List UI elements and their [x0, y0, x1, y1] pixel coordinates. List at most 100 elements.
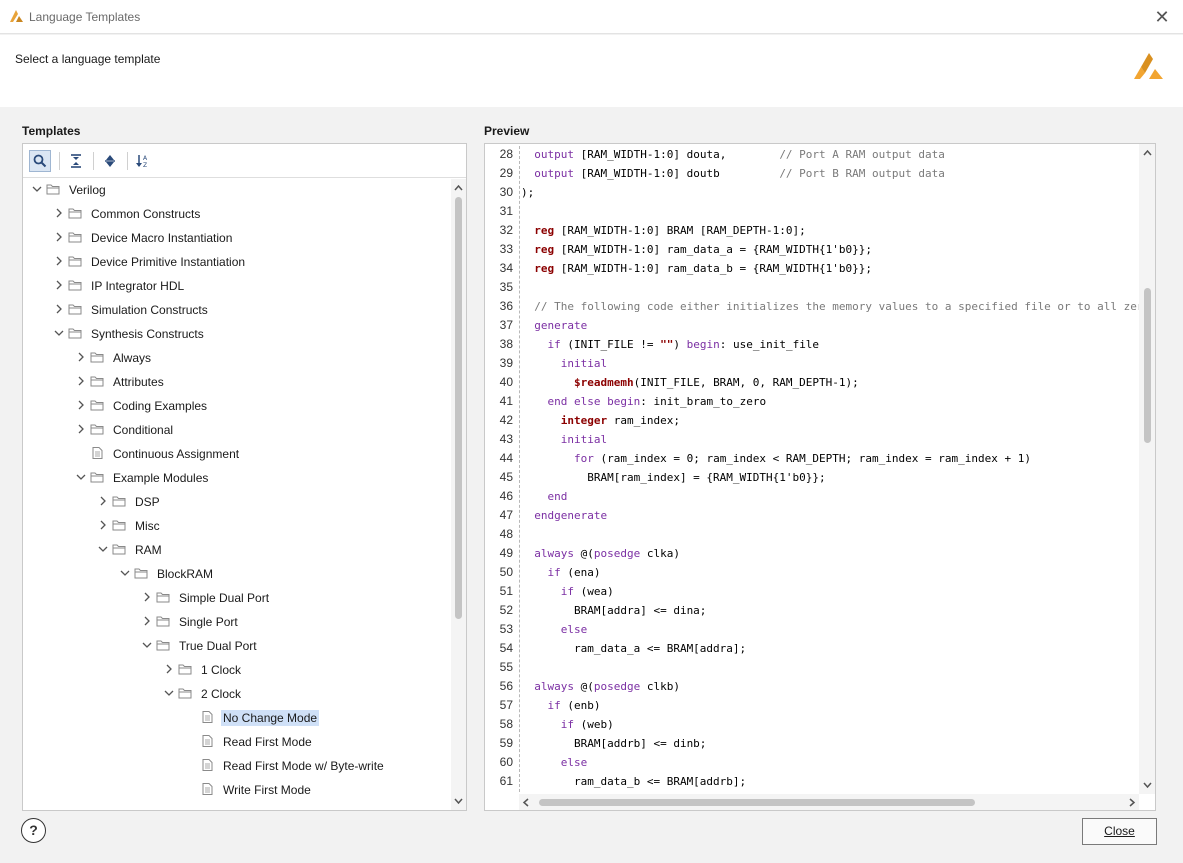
scroll-thumb[interactable]	[1144, 288, 1151, 443]
chevron-down-icon[interactable]	[75, 471, 87, 483]
scroll-up-icon[interactable]	[1142, 148, 1153, 158]
folder-icon	[90, 351, 104, 363]
chevron-down-icon[interactable]	[119, 567, 131, 579]
line-number: 43	[499, 432, 513, 446]
line-number: 44	[499, 451, 513, 465]
chevron-right-icon[interactable]	[75, 423, 87, 435]
chevron-down-icon[interactable]	[97, 543, 109, 555]
scroll-thumb[interactable]	[455, 197, 462, 619]
chevron-right-icon[interactable]	[163, 663, 175, 675]
app-logo-icon	[10, 10, 23, 22]
tree-item[interactable]: True Dual Port	[23, 635, 451, 657]
code-line: 34 reg [RAM_WIDTH-1:0] ram_data_b = {RAM…	[485, 260, 1140, 279]
tree-item[interactable]: Conditional	[23, 419, 451, 441]
tree-item[interactable]: Example Modules	[23, 467, 451, 489]
chevron-right-icon[interactable]	[75, 399, 87, 411]
chevron-right-icon[interactable]	[97, 519, 109, 531]
chevron-right-icon[interactable]	[75, 351, 87, 363]
chevron-down-icon[interactable]	[53, 327, 65, 339]
tree-item[interactable]: No Change Mode	[23, 707, 451, 729]
line-number: 40	[499, 375, 513, 389]
tree-item-label: Attributes	[113, 375, 164, 389]
code-line: 54 ram_data_a <= BRAM[addra];	[485, 640, 1140, 659]
code-preview: 28 output [RAM_WIDTH-1:0] douta, // Port…	[485, 146, 1140, 792]
tree-item[interactable]: 2 Clock	[23, 683, 451, 705]
tree-item[interactable]: Verilog	[23, 179, 451, 201]
code-text: if (ena)	[547, 566, 601, 579]
scroll-up-icon[interactable]	[453, 183, 464, 193]
folder-icon	[68, 207, 82, 219]
code-text: for (ram_index = 0; ram_index < RAM_DEPT…	[573, 452, 1031, 465]
tree-item[interactable]: RAM	[23, 539, 451, 561]
close-button[interactable]: Close	[1082, 818, 1157, 845]
code-text: ram_data_b <= BRAM[addrb];	[521, 775, 747, 788]
folder-icon	[178, 663, 192, 675]
code-text: $readmemh(INIT_FILE, BRAM, 0, RAM_DEPTH-…	[573, 376, 859, 389]
chevron-right-icon[interactable]	[53, 303, 65, 315]
chevron-down-icon[interactable]	[163, 687, 175, 699]
scroll-thumb[interactable]	[539, 799, 975, 806]
tree-item[interactable]: Device Primitive Instantiation	[23, 251, 451, 273]
tree-item[interactable]: Coding Examples	[23, 395, 451, 417]
line-number: 46	[499, 489, 513, 503]
chevron-down-icon[interactable]	[31, 183, 43, 195]
tree-item[interactable]: Device Macro Instantiation	[23, 227, 451, 249]
scroll-right-icon[interactable]	[1127, 797, 1137, 808]
help-button[interactable]: ?	[21, 818, 46, 843]
chevron-right-icon[interactable]	[53, 279, 65, 291]
search-icon[interactable]	[29, 150, 51, 172]
line-number: 52	[499, 603, 513, 617]
code-text: BRAM[ram_index] = {RAM_WIDTH{1'b0}};	[521, 471, 826, 484]
chevron-right-icon[interactable]	[141, 615, 153, 627]
preview-horizontal-scrollbar[interactable]	[519, 794, 1139, 810]
brand-logo-icon	[1134, 53, 1163, 79]
chevron-right-icon[interactable]	[141, 591, 153, 603]
expand-all-icon[interactable]	[99, 150, 121, 172]
chevron-right-icon[interactable]	[97, 495, 109, 507]
line-number: 29	[499, 166, 513, 180]
scroll-down-icon[interactable]	[453, 796, 464, 806]
templates-scrollbar[interactable]	[451, 179, 466, 810]
tree-item-label: Conditional	[113, 423, 174, 437]
preview-vertical-scrollbar[interactable]	[1139, 144, 1155, 794]
tree-item[interactable]: Common Constructs	[23, 203, 451, 225]
tree-item[interactable]: BlockRAM	[23, 563, 451, 585]
line-number: 45	[499, 470, 513, 484]
tree-item[interactable]: Always	[23, 347, 451, 369]
file-icon	[200, 759, 214, 771]
chevron-right-icon[interactable]	[53, 231, 65, 243]
code-line: 32 reg [RAM_WIDTH-1:0] BRAM [RAM_DEPTH-1…	[485, 222, 1140, 241]
sort-az-icon[interactable]: AZ	[133, 150, 155, 172]
code-line: 29 output [RAM_WIDTH-1:0] doutb // Port …	[485, 165, 1140, 184]
tree-item[interactable]: Write First Mode	[23, 779, 451, 801]
tree-item[interactable]: Single Port	[23, 611, 451, 633]
tree-item-label: Verilog	[69, 183, 106, 197]
collapse-all-icon[interactable]	[65, 150, 87, 172]
code-text: else	[560, 623, 588, 636]
close-icon[interactable]: ✕	[1151, 6, 1173, 28]
chevron-right-icon[interactable]	[53, 207, 65, 219]
scroll-left-icon[interactable]	[521, 797, 531, 808]
tree-item[interactable]: Read First Mode	[23, 731, 451, 753]
code-line: 38 if (INIT_FILE != "") begin: use_init_…	[485, 336, 1140, 355]
file-icon	[200, 735, 214, 747]
chevron-down-icon[interactable]	[141, 639, 153, 651]
tree-item[interactable]: Attributes	[23, 371, 451, 393]
code-line: 57 if (enb)	[485, 697, 1140, 716]
preview-label: Preview	[484, 124, 530, 138]
tree-item[interactable]: DSP	[23, 491, 451, 513]
tree-item[interactable]: Simulation Constructs	[23, 299, 451, 321]
tree-item[interactable]: Synthesis Constructs	[23, 323, 451, 345]
tree-item-label: Read First Mode w/ Byte-write	[223, 759, 384, 773]
tree-item[interactable]: Misc	[23, 515, 451, 537]
code-text: );	[521, 186, 535, 199]
scroll-down-icon[interactable]	[1142, 780, 1153, 790]
tree-item[interactable]: Read First Mode w/ Byte-write	[23, 755, 451, 777]
chevron-right-icon[interactable]	[75, 375, 87, 387]
tree-item[interactable]: IP Integrator HDL	[23, 275, 451, 297]
tree-item[interactable]: Continuous Assignment	[23, 443, 451, 465]
chevron-right-icon[interactable]	[53, 255, 65, 267]
tree-item[interactable]: Simple Dual Port	[23, 587, 451, 609]
tree-item[interactable]: 1 Clock	[23, 659, 451, 681]
line-number: 35	[499, 280, 513, 294]
